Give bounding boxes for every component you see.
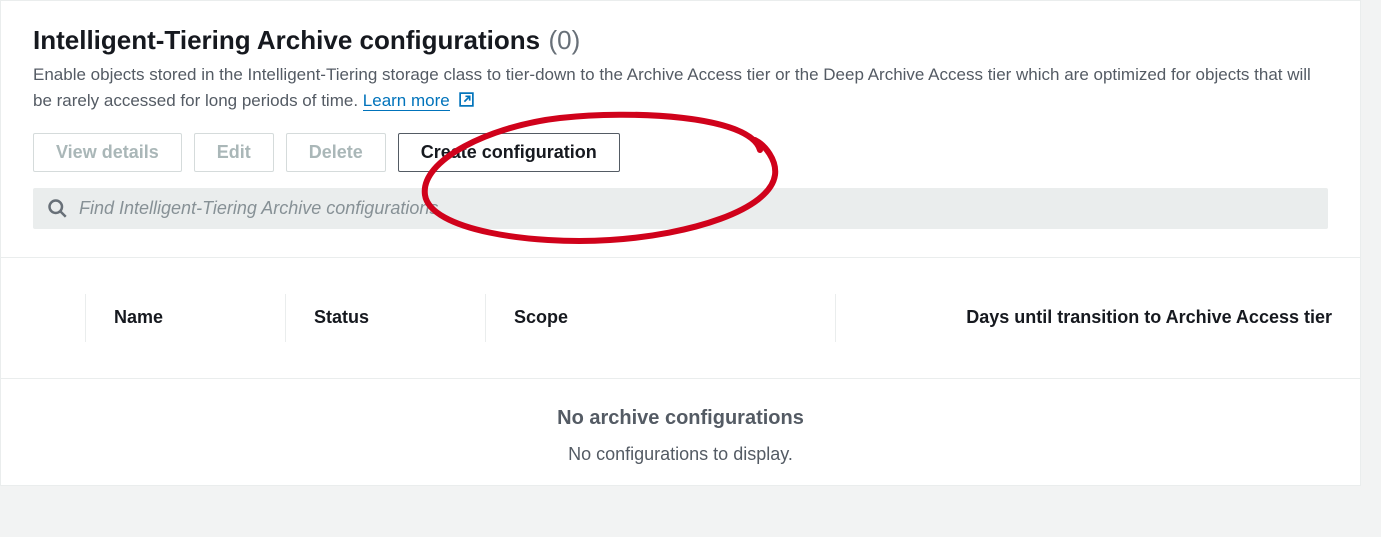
search-input[interactable] (79, 198, 1314, 219)
external-link-icon (458, 90, 475, 107)
panel-title: Intelligent-Tiering Archive configuratio… (33, 25, 540, 55)
empty-subtitle: No configurations to display. (1, 444, 1360, 465)
search-icon (47, 198, 67, 218)
delete-button[interactable]: Delete (286, 133, 386, 172)
panel-count: (0) (549, 25, 581, 55)
learn-more-link[interactable]: Learn more (363, 91, 450, 111)
table-header-status: Status (285, 294, 485, 342)
empty-state: No archive configurations No configurati… (1, 378, 1360, 485)
archive-config-panel: Intelligent-Tiering Archive configuratio… (0, 0, 1361, 486)
view-details-button[interactable]: View details (33, 133, 182, 172)
search-container (33, 188, 1328, 229)
edit-button[interactable]: Edit (194, 133, 274, 172)
panel-description: Enable objects stored in the Intelligent… (33, 62, 1328, 115)
action-button-row: View details Edit Delete Create configur… (33, 133, 1328, 172)
table-header-select (1, 294, 85, 342)
create-configuration-button[interactable]: Create configuration (398, 133, 620, 172)
table-header-row: Name Status Scope Days until transition … (1, 258, 1360, 378)
empty-title: No archive configurations (1, 407, 1360, 430)
config-table: Name Status Scope Days until transition … (1, 257, 1360, 485)
table-header-scope: Scope (485, 294, 835, 342)
table-header-name: Name (85, 294, 285, 342)
description-text: Enable objects stored in the Intelligent… (33, 65, 1311, 110)
table-header-days: Days until transition to Archive Access … (835, 294, 1360, 342)
